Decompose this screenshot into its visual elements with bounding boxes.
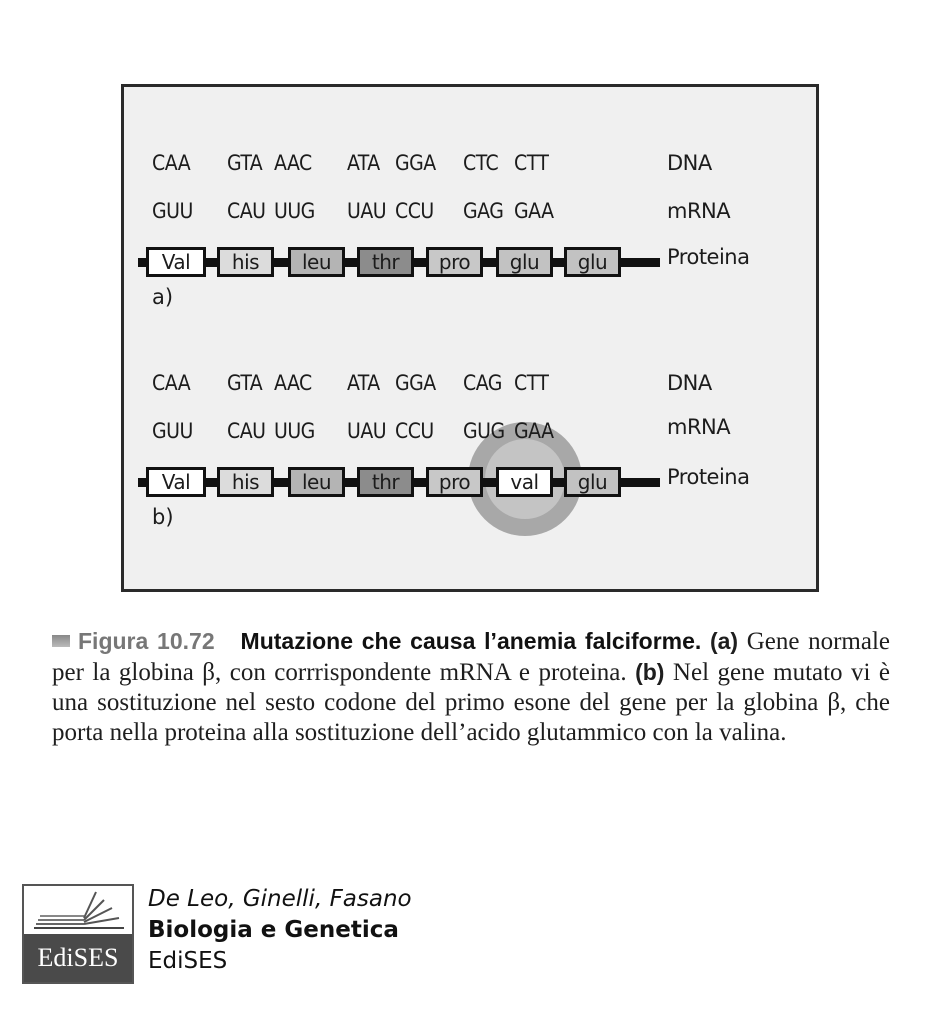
dna-codon: CAA: [152, 371, 191, 395]
mrna-codon: GUU: [152, 199, 193, 223]
dna-label: DNA: [667, 371, 712, 395]
panel-label: b): [152, 505, 174, 529]
amino-acid: val: [496, 467, 553, 497]
dna-codon: ATA: [347, 371, 380, 395]
dna-codon: GTA: [227, 371, 263, 395]
mrna-codon: CAU: [227, 419, 266, 443]
amino-acid: glu: [496, 247, 553, 277]
amino-acid: pro: [426, 247, 483, 277]
logo-text: EdiSES: [24, 934, 132, 982]
amino-acid: thr: [357, 247, 414, 277]
mrna-codon: UAU: [347, 199, 387, 223]
edises-logo: EdiSES: [22, 884, 134, 984]
dna-codon: CTT: [514, 371, 549, 395]
mrna-codon: GUG: [463, 419, 505, 443]
caption-tag-b: (b): [635, 659, 665, 685]
mrna-codon: GAG: [463, 199, 504, 223]
mrna-codon: GUU: [152, 419, 193, 443]
dna-codon: GGA: [395, 151, 436, 175]
dna-codon: ATA: [347, 151, 380, 175]
authors: De Leo, Ginelli, Fasano: [148, 886, 412, 912]
book-title: Biologia e Genetica: [148, 917, 399, 943]
caption-tag-a: (a): [709, 628, 739, 654]
protein-chain: Val his leu thr pro glu glu: [138, 247, 663, 277]
amino-acid: thr: [357, 467, 414, 497]
amino-acid: Val: [146, 467, 206, 497]
dna-codon: CAA: [152, 151, 191, 175]
panel-label: a): [152, 285, 174, 309]
amino-acid: glu: [564, 467, 621, 497]
mrna-codon: GAA: [514, 199, 554, 223]
protein-label: Proteina: [667, 245, 750, 269]
dna-codon: CTC: [463, 151, 499, 175]
amino-acid: pro: [426, 467, 483, 497]
dna-codon: GGA: [395, 371, 436, 395]
mrna-codon: CCU: [395, 199, 434, 223]
mrna-label: mRNA: [667, 415, 731, 439]
amino-acid: his: [217, 247, 274, 277]
open-book-icon: [34, 891, 124, 929]
dna-codon: AAC: [274, 371, 312, 395]
mrna-codon: CAU: [227, 199, 266, 223]
mrna-codon: UAU: [347, 419, 387, 443]
dna-codon: CTT: [514, 151, 549, 175]
book-credits: De Leo, Ginelli, Fasano Biologia e Genet…: [148, 884, 412, 977]
figure-title: Mutazione che causa l’anemia falciforme.: [240, 628, 702, 654]
amino-acid: leu: [288, 467, 345, 497]
dna-codon: AAC: [274, 151, 312, 175]
figure-caption: Figura 10.72 Mutazione che causa l’anemi…: [52, 626, 890, 748]
mrna-codon: CCU: [395, 419, 434, 443]
dna-label: DNA: [667, 151, 712, 175]
protein-chain: Val his leu thr pro val glu: [138, 467, 663, 497]
protein-label: Proteina: [667, 465, 750, 489]
figure-marker-icon: [52, 635, 70, 647]
figure-number: Figura 10.72: [78, 628, 215, 654]
dna-codon: CAG: [463, 371, 502, 395]
mrna-label: mRNA: [667, 199, 731, 223]
mrna-codon: GAA: [514, 419, 554, 443]
amino-acid: his: [217, 467, 274, 497]
amino-acid: leu: [288, 247, 345, 277]
mrna-codon: UUG: [274, 199, 315, 223]
amino-acid: Val: [146, 247, 206, 277]
figure-panel: CAA GTA AAC ATA GGA CTC CTT GUU CAU UUG UAU CCU GAG G…: [121, 84, 819, 592]
dna-codon: GTA: [227, 151, 263, 175]
mrna-codon: UUG: [274, 419, 315, 443]
publisher-name: EdiSES: [148, 948, 228, 974]
amino-acid: glu: [564, 247, 621, 277]
